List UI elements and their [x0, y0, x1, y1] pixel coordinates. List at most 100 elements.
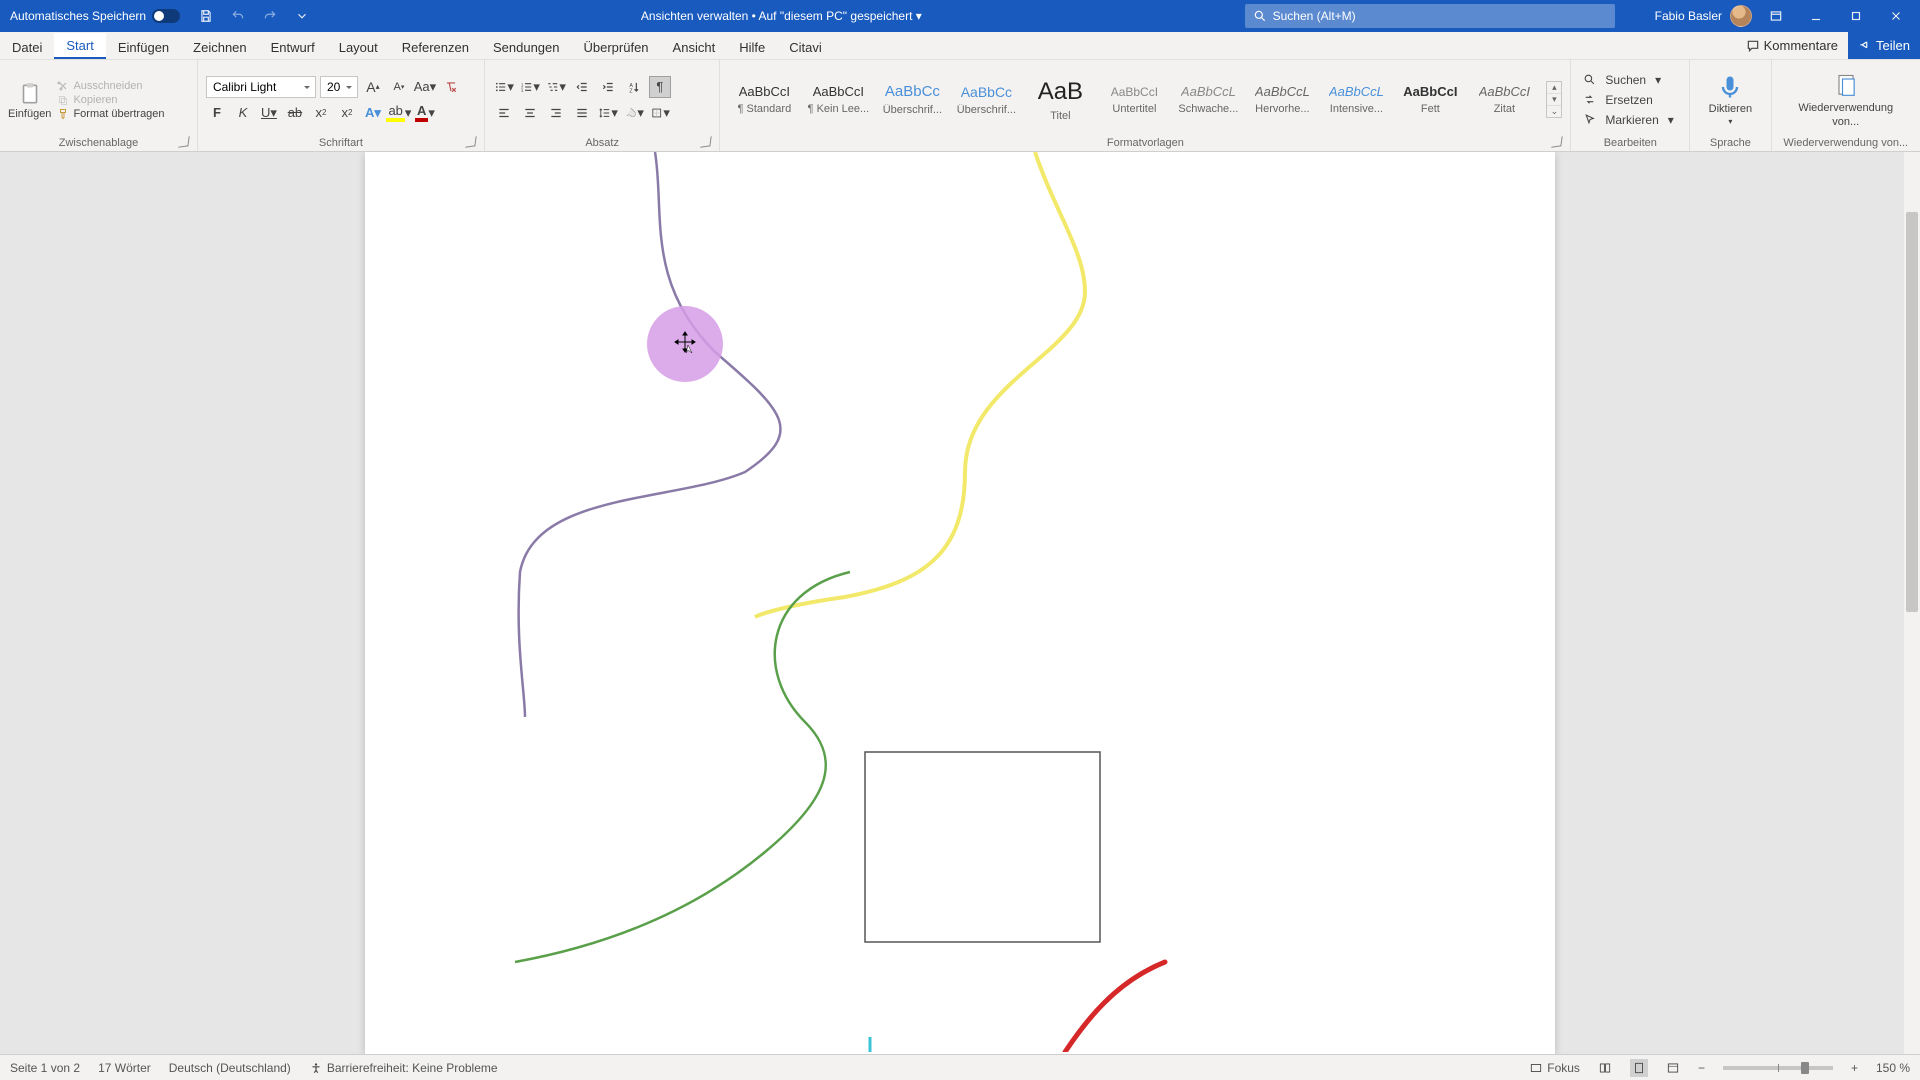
maximize-icon[interactable]	[1844, 4, 1868, 28]
read-mode-icon[interactable]	[1598, 1061, 1612, 1075]
focus-mode-button[interactable]: Fokus	[1529, 1061, 1580, 1075]
zoom-out-button[interactable]: −	[1698, 1061, 1705, 1075]
style-item[interactable]: AaBbCcIFett	[1394, 70, 1466, 130]
highlight-icon[interactable]: ab▾	[388, 102, 410, 124]
style-item[interactable]: AaBbCcLIntensive...	[1320, 70, 1392, 130]
change-case-icon[interactable]: Aa▾	[414, 76, 436, 98]
decrease-indent-icon[interactable]	[571, 76, 593, 98]
styles-down-icon[interactable]: ▾	[1547, 94, 1561, 106]
style-item[interactable]: AaBTitel	[1024, 70, 1096, 130]
style-item[interactable]: AaBbCcI¶ Kein Lee...	[802, 70, 874, 130]
borders-icon[interactable]: ▾	[649, 102, 671, 124]
style-item[interactable]: AaBbCcLSchwache...	[1172, 70, 1244, 130]
autosave-toggle[interactable]	[152, 9, 180, 23]
tab-entwurf[interactable]: Entwurf	[259, 35, 327, 59]
sort-icon[interactable]: AZ	[623, 76, 645, 98]
format-painter-button[interactable]: Format übertragen	[57, 108, 164, 120]
document-title[interactable]: Ansichten verwalten • Auf "diesem PC" ge…	[318, 9, 1245, 23]
style-item[interactable]: AaBbCcI¶ Standard	[728, 70, 800, 130]
page-indicator[interactable]: Seite 1 von 2	[10, 1061, 80, 1075]
align-center-icon[interactable]	[519, 102, 541, 124]
tab-ansicht[interactable]: Ansicht	[661, 35, 728, 59]
bullets-icon[interactable]: ▾	[493, 76, 515, 98]
shading-icon[interactable]: ▾	[623, 102, 645, 124]
accessibility-status[interactable]: Barrierefreiheit: Keine Probleme	[309, 1061, 498, 1075]
redo-icon[interactable]	[258, 4, 282, 28]
justify-icon[interactable]	[571, 102, 593, 124]
comments-button[interactable]: Kommentare	[1736, 32, 1848, 59]
tab-citavi[interactable]: Citavi	[777, 35, 834, 59]
zoom-slider[interactable]	[1723, 1066, 1833, 1070]
styles-launcher[interactable]	[1552, 136, 1563, 147]
avatar[interactable]	[1730, 5, 1752, 27]
style-item[interactable]: AaBbCcÜberschrif...	[876, 70, 948, 130]
bold-icon[interactable]: F	[206, 102, 228, 124]
share-label: Teilen	[1876, 38, 1910, 53]
style-item[interactable]: AaBbCcÜberschrif...	[950, 70, 1022, 130]
paste-button[interactable]: Einfügen	[8, 80, 51, 120]
svg-text:Z: Z	[629, 88, 633, 94]
select-button[interactable]: Markieren ▾	[1579, 111, 1677, 129]
underline-icon[interactable]: U▾	[258, 102, 280, 124]
search-input[interactable]: Suchen (Alt+M)	[1245, 4, 1615, 28]
style-item[interactable]: AaBbCcIZitat	[1468, 70, 1540, 130]
reuse-files-button[interactable]: Wiederverwendung von...	[1792, 72, 1899, 128]
tab-zeichnen[interactable]: Zeichnen	[181, 35, 258, 59]
share-button[interactable]: Teilen	[1848, 32, 1920, 59]
align-left-icon[interactable]	[493, 102, 515, 124]
tab-überprüfen[interactable]: Überprüfen	[572, 35, 661, 59]
find-button[interactable]: Suchen ▾	[1579, 71, 1677, 89]
multilevel-list-icon[interactable]: ▾	[545, 76, 567, 98]
web-layout-icon[interactable]	[1666, 1061, 1680, 1075]
save-icon[interactable]	[194, 4, 218, 28]
minimize-icon[interactable]	[1804, 4, 1828, 28]
word-count[interactable]: 17 Wörter	[98, 1061, 151, 1075]
print-layout-icon[interactable]	[1630, 1059, 1648, 1077]
font-size-select[interactable]: 20	[320, 76, 358, 98]
tab-hilfe[interactable]: Hilfe	[727, 35, 777, 59]
page[interactable]	[365, 152, 1555, 1054]
font-launcher[interactable]	[465, 136, 476, 147]
replace-button[interactable]: Ersetzen	[1579, 91, 1677, 109]
line-spacing-icon[interactable]: ▾	[597, 102, 619, 124]
subscript-icon[interactable]: x2	[310, 102, 332, 124]
clipboard-launcher[interactable]	[178, 136, 189, 147]
shrink-font-icon[interactable]: A▾	[388, 76, 410, 98]
user-name[interactable]: Fabio Basler	[1655, 9, 1722, 23]
numbering-icon[interactable]: 123▾	[519, 76, 541, 98]
qat-dropdown-icon[interactable]	[290, 4, 314, 28]
styles-more-icon[interactable]: ⌄	[1547, 106, 1561, 117]
text-effects-icon[interactable]: A▾	[362, 102, 384, 124]
increase-indent-icon[interactable]	[597, 76, 619, 98]
font-color-icon[interactable]: A▾	[414, 102, 436, 124]
scroll-thumb[interactable]	[1906, 212, 1918, 612]
tab-sendungen[interactable]: Sendungen	[481, 35, 572, 59]
tab-einfügen[interactable]: Einfügen	[106, 35, 181, 59]
tab-start[interactable]: Start	[54, 33, 105, 59]
clear-formatting-icon[interactable]	[440, 76, 462, 98]
style-item[interactable]: AaBbCcIUntertitel	[1098, 70, 1170, 130]
vertical-scrollbar[interactable]	[1904, 152, 1920, 1054]
grow-font-icon[interactable]: A▴	[362, 76, 384, 98]
close-icon[interactable]	[1884, 4, 1908, 28]
undo-icon[interactable]	[226, 4, 250, 28]
style-item[interactable]: AaBbCcLHervorhe...	[1246, 70, 1318, 130]
zoom-in-button[interactable]: +	[1851, 1061, 1858, 1075]
paragraph-launcher[interactable]	[701, 136, 712, 147]
styles-up-icon[interactable]: ▴	[1547, 82, 1561, 94]
zoom-level[interactable]: 150 %	[1876, 1061, 1910, 1075]
tab-layout[interactable]: Layout	[327, 35, 390, 59]
dictate-button[interactable]: Diktieren ▾	[1703, 73, 1758, 126]
italic-icon[interactable]: K	[232, 102, 254, 124]
font-name-select[interactable]: Calibri Light	[206, 76, 316, 98]
show-marks-icon[interactable]: ¶	[649, 76, 671, 98]
tab-datei[interactable]: Datei	[0, 35, 54, 59]
document-area[interactable]	[0, 152, 1920, 1054]
microphone-icon	[1716, 73, 1744, 101]
strikethrough-icon[interactable]: ab	[284, 102, 306, 124]
ribbon-display-icon[interactable]	[1764, 4, 1788, 28]
superscript-icon[interactable]: x2	[336, 102, 358, 124]
align-right-icon[interactable]	[545, 102, 567, 124]
tab-referenzen[interactable]: Referenzen	[390, 35, 481, 59]
language-indicator[interactable]: Deutsch (Deutschland)	[169, 1061, 291, 1075]
